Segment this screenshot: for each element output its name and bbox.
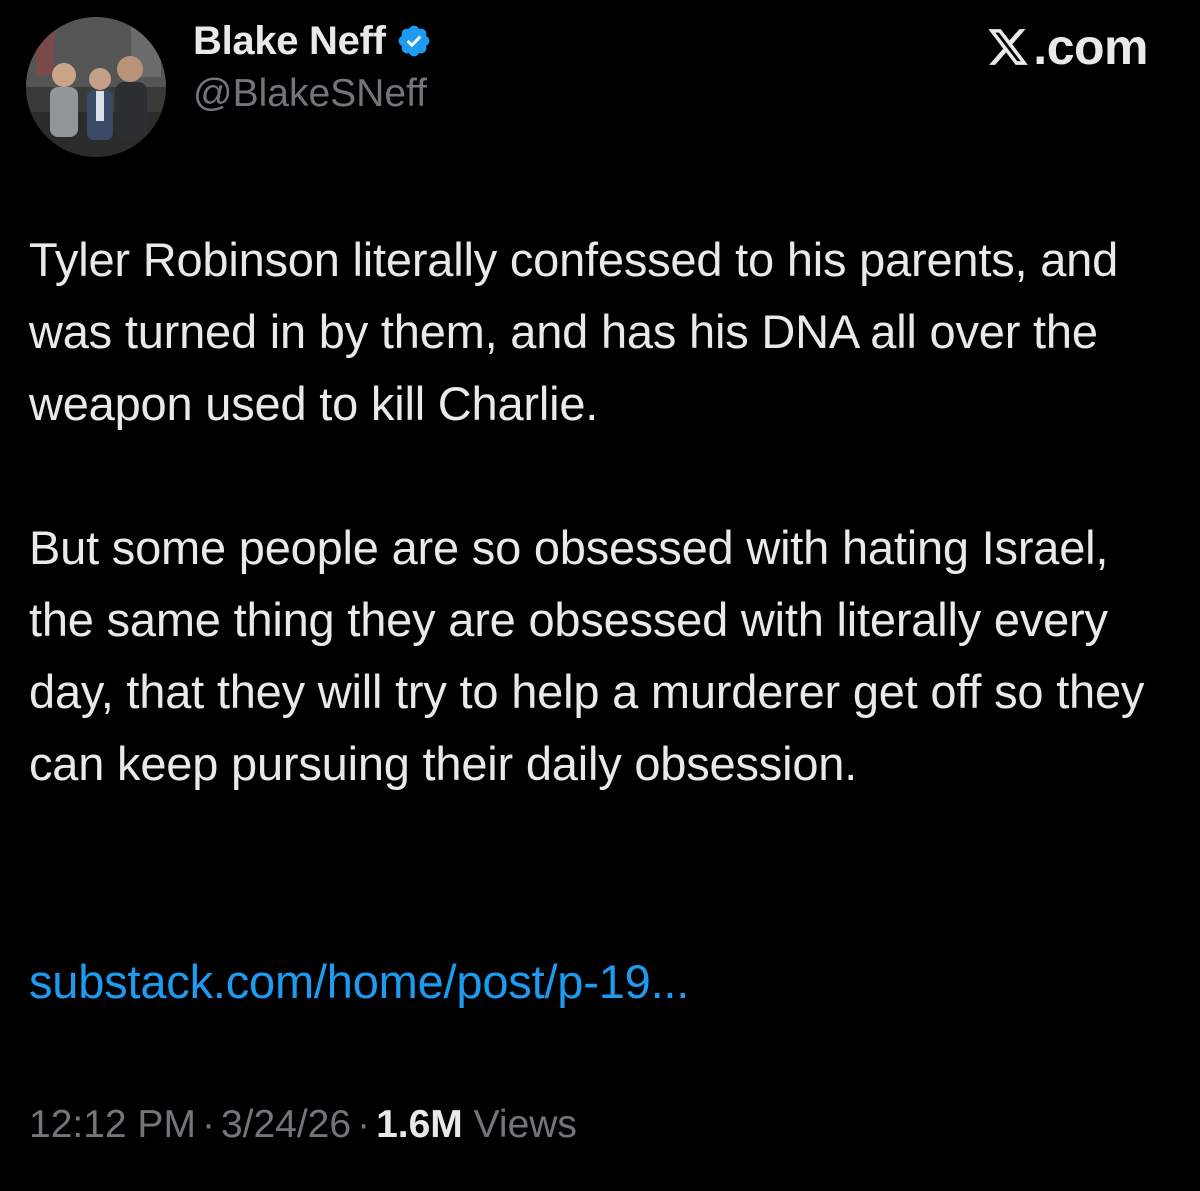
name-row: Blake Neff (193, 16, 432, 66)
views-label: Views (473, 1103, 577, 1146)
x-logo-icon (988, 29, 1029, 65)
site-suffix: .com (1033, 19, 1148, 75)
tweet-text: Tyler Robinson literally confessed to hi… (29, 224, 1179, 800)
author-identity: Blake Neff @BlakeSNeff (193, 16, 432, 116)
handle[interactable]: @BlakeSNeff (193, 72, 432, 116)
display-name[interactable]: Blake Neff (193, 19, 386, 64)
avatar[interactable] (26, 17, 166, 157)
tweet-card: Blake Neff @BlakeSNeff .com Tyler Robins… (0, 0, 1200, 1191)
site-watermark: .com (985, 18, 1148, 76)
meta-separator: · (201, 1103, 215, 1146)
meta-separator: · (357, 1103, 371, 1146)
tweet-meta: 12:12 PM · 3/24/26 · 1.6M Views (29, 1100, 577, 1150)
tweet-paragraph: But some people are so obsessed with hat… (29, 521, 1145, 790)
verified-badge-icon[interactable] (396, 23, 432, 59)
tweet-link[interactable]: substack.com/home/post/p-19... (29, 952, 689, 1012)
profile-photo-icon (26, 17, 166, 157)
tweet-date[interactable]: 3/24/26 (221, 1103, 351, 1146)
views-count: 1.6M (376, 1103, 463, 1146)
tweet-time[interactable]: 12:12 PM (29, 1103, 196, 1146)
tweet-paragraph: Tyler Robinson literally confessed to hi… (29, 233, 1119, 430)
